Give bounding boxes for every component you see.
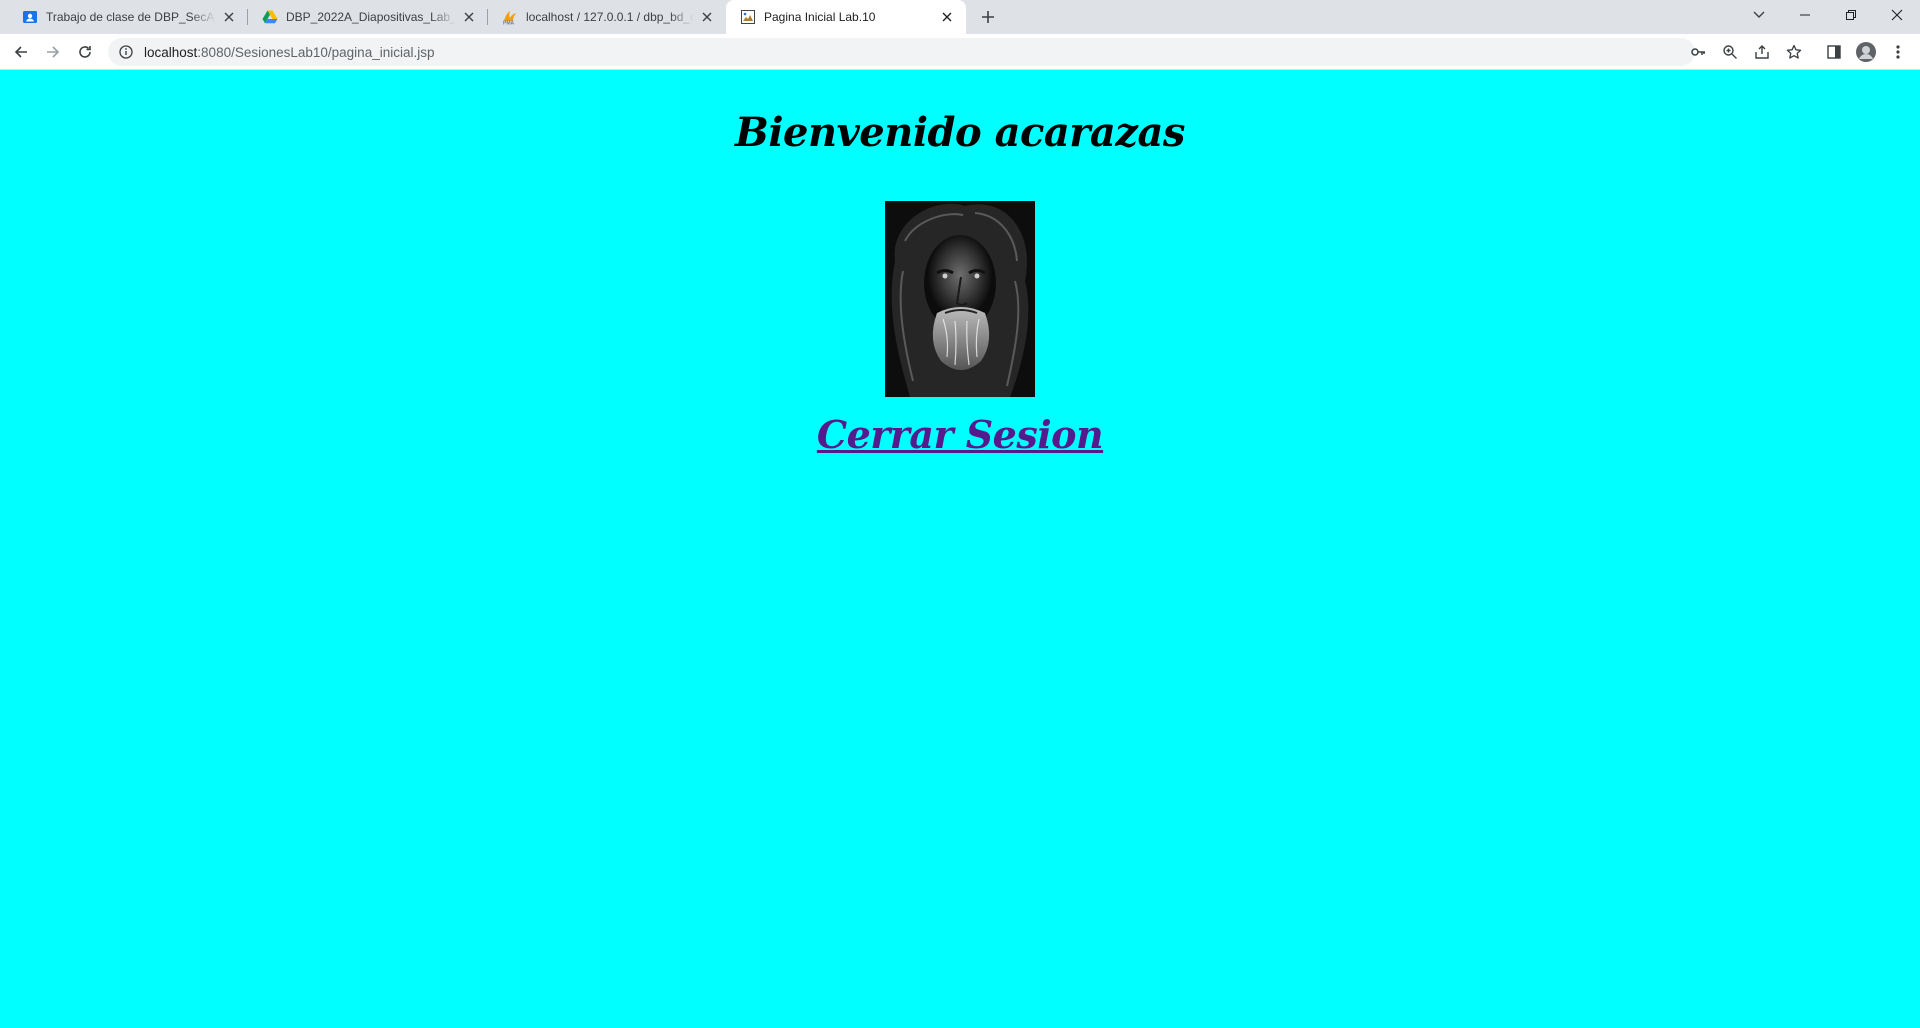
zoom-button[interactable] [1718,40,1742,64]
minimize-button[interactable] [1782,0,1828,30]
arrow-right-icon [47,46,60,58]
tab-title: DBP_2022A_Diapositivas_Lab_10 - Google D… [286,10,456,24]
share-icon [1755,45,1769,59]
chevron-down-icon [1753,11,1765,18]
side-panel-icon [1827,45,1841,59]
minimize-icon [1800,14,1810,16]
restore-icon [1846,10,1856,20]
key-icon [1691,48,1705,56]
arrow-left-icon [14,46,27,58]
tab-strip: Trabajo de clase de DBP_SecA_2022A DBP_2… [0,0,1920,34]
classroom-icon [22,9,38,25]
tab-title: Trabajo de clase de DBP_SecA_2022A [46,10,216,24]
tab-title: Pagina Inicial Lab.10 [764,10,876,24]
page-content: Bienvenido acarazas Cerrar Sesion [0,71,1920,1028]
close-tab-icon[interactable] [698,8,716,26]
profile-button[interactable] [1854,40,1878,64]
back-button[interactable] [7,38,35,66]
close-tab-icon[interactable] [938,8,956,26]
restore-button[interactable] [1828,0,1874,30]
close-window-button[interactable] [1874,0,1920,30]
reload-button[interactable] [71,38,99,66]
user-photo [885,201,1035,397]
site-info-icon[interactable] [118,44,134,60]
tab-google-drive[interactable]: DBP_2022A_Diapositivas_Lab_10 - Google D… [248,0,488,34]
close-tab-icon[interactable] [460,8,478,26]
forward-button[interactable] [39,38,67,66]
zoom-icon [1723,45,1737,59]
browser-menu-button[interactable] [1886,40,1910,64]
page-icon [740,9,756,25]
google-drive-icon [262,9,278,25]
password-key-button[interactable] [1686,40,1710,64]
avatar [1856,42,1876,62]
bookmark-button[interactable] [1782,40,1806,64]
reload-icon [79,46,91,58]
close-tab-icon[interactable] [220,8,238,26]
address-bar[interactable]: localhost:8080/SesionesLab10/pagina_inic… [108,38,1695,66]
plus-icon [982,11,994,23]
more-vertical-icon [1896,45,1900,59]
tab-pagina-inicial[interactable]: Pagina Inicial Lab.10 [726,0,966,34]
star-icon [1786,44,1802,59]
url-path: :8080/SesionesLab10/pagina_inicial.jsp [197,44,435,60]
welcome-heading: Bienvenido acarazas [735,109,1185,156]
side-panel-button[interactable] [1822,40,1846,64]
tab-search-button[interactable] [1736,0,1782,30]
tab-phpmyadmin[interactable]: PMA localhost / 127.0.0.1 / dbp_bd_corre… [488,0,726,34]
tab-classroom[interactable]: Trabajo de clase de DBP_SecA_2022A [8,0,248,34]
close-icon [1891,9,1903,21]
svg-text:PMA: PMA [503,21,515,26]
logout-link[interactable]: Cerrar Sesion [817,412,1104,457]
browser-toolbar: localhost:8080/SesionesLab10/pagina_inic… [0,34,1920,70]
logout-container: Cerrar Sesion [0,412,1920,457]
url-host: localhost [144,44,198,60]
share-button[interactable] [1750,40,1774,64]
phpmyadmin-icon: PMA [502,9,518,25]
new-tab-button[interactable] [976,5,1000,29]
tab-title: localhost / 127.0.0.1 / dbp_bd_correos |… [526,10,694,24]
url-text[interactable]: localhost:8080/SesionesLab10/pagina_inic… [144,45,434,60]
